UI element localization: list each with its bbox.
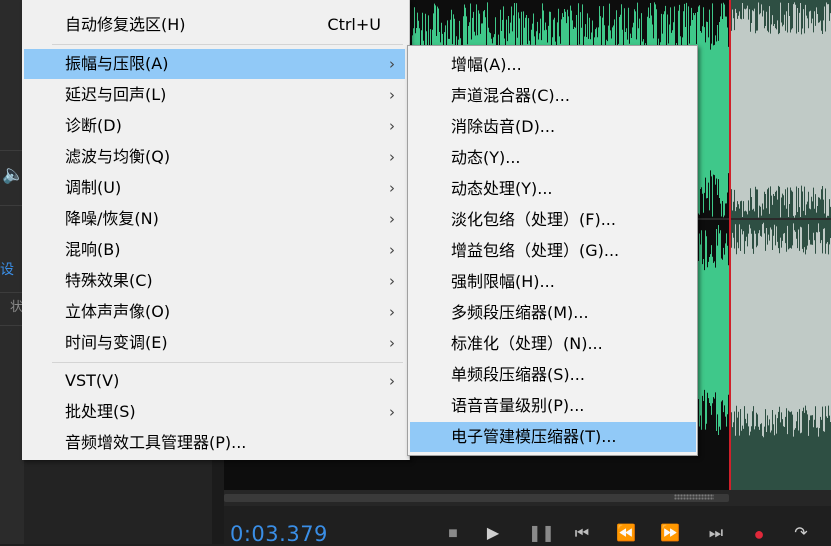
menu-item-label: VST(V): [65, 371, 120, 390]
submenu-item-fade-envelope[interactable]: 淡化包络（处理）(F)...: [410, 205, 696, 235]
chevron-right-icon: ›: [389, 55, 395, 73]
menu-item-filter-eq[interactable]: 滤波与均衡(Q) ›: [24, 142, 405, 172]
submenu-item-deesser[interactable]: 消除齿音(D)...: [410, 112, 696, 142]
stop-icon[interactable]: ■: [442, 523, 464, 545]
chevron-right-icon: ›: [389, 179, 395, 197]
submenu-item-dynamics[interactable]: 动态(Y)...: [410, 143, 696, 173]
effects-menu: 自动修复选区(H) Ctrl+U 振幅与压限(A) › 延迟与回声(L) › 诊…: [22, 0, 410, 460]
chevron-right-icon: ›: [389, 86, 395, 104]
skip-back-icon[interactable]: ⏮: [571, 523, 593, 545]
menu-item-time-pitch[interactable]: 时间与变调(E) ›: [24, 328, 405, 358]
menu-item-label: 电子管建模压缩器(T)...: [451, 427, 617, 446]
menu-item-label: 立体声声像(O): [65, 302, 171, 321]
submenu-item-tube-compressor[interactable]: 电子管建模压缩器(T)...: [410, 422, 696, 452]
rewind-icon[interactable]: ⏪: [615, 523, 637, 545]
submenu-item-multiband-compressor[interactable]: 多频段压缩器(M)...: [410, 298, 696, 328]
menu-item-label: 调制(U): [65, 178, 122, 197]
menu-item-reverb[interactable]: 混响(B) ›: [24, 235, 405, 265]
menu-item-label: 单频段压缩器(S)...: [451, 365, 585, 384]
chevron-right-icon: ›: [389, 241, 395, 259]
submenu-item-speech-volume-leveler[interactable]: 语音音量级别(P)...: [410, 391, 696, 421]
menu-item-diagnostics[interactable]: 诊断(D) ›: [24, 111, 405, 141]
menu-separator: [52, 362, 403, 363]
menu-item-label: 动态处理(Y)...: [451, 179, 553, 198]
selection-region: [731, 0, 831, 490]
menu-item-label: 特殊效果(C): [65, 271, 153, 290]
menu-item-label: 降噪/恢复(N): [65, 209, 159, 228]
menu-item-plugin-manager[interactable]: 音频增效工具管理器(P)...: [24, 428, 405, 458]
fast-forward-icon[interactable]: ⏩: [659, 523, 681, 545]
menu-item-special-effects[interactable]: 特殊效果(C) ›: [24, 266, 405, 296]
menu-item-cutoff[interactable]: [24, 0, 405, 2]
menu-item-label: 滤波与均衡(Q): [65, 147, 171, 166]
waveform-scrollbar[interactable]: [224, 490, 831, 506]
speaker-icon[interactable]: 🔈: [2, 163, 24, 185]
menu-item-label: 标准化（处理）(N)...: [451, 334, 603, 353]
menu-item-label: 增益包络（处理）(G)...: [451, 241, 620, 260]
menu-item-label: 强制限幅(H)...: [451, 272, 555, 291]
menu-item-amplitude-compression[interactable]: 振幅与压限(A) ›: [24, 49, 405, 79]
menu-item-batch[interactable]: 批处理(S) ›: [24, 397, 405, 427]
submenu-item-amplify[interactable]: 增幅(A)...: [410, 50, 696, 80]
menu-item-label: 动态(Y)...: [451, 148, 521, 167]
play-icon[interactable]: ▶: [482, 523, 504, 545]
menu-item-stereo-imagery[interactable]: 立体声声像(O) ›: [24, 297, 405, 327]
panel-divider: [0, 292, 24, 293]
panel-divider: [0, 205, 24, 206]
menu-item-label: 诊断(D): [65, 116, 122, 135]
loop-export-icon[interactable]: ↷: [790, 523, 812, 545]
timecode-display: 0:03.379: [230, 522, 328, 546]
transport-bar: 0:03.379 ■ ▶ ❚❚ ⏮ ⏪ ⏩ ⏭ ● ↷: [224, 506, 831, 546]
menu-item-label: 时间与变调(E): [65, 333, 168, 352]
menu-item-label: 增幅(A)...: [451, 55, 522, 74]
record-icon[interactable]: ●: [748, 523, 770, 545]
chevron-right-icon: ›: [389, 303, 395, 321]
menu-item-label: 音频增效工具管理器(P)...: [65, 433, 247, 452]
pause-icon[interactable]: ❚❚: [528, 523, 555, 545]
submenu-item-single-band-compressor[interactable]: 单频段压缩器(S)...: [410, 360, 696, 390]
amplitude-submenu: 增幅(A)... 声道混合器(C)... 消除齿音(D)... 动态(Y)...…: [407, 45, 698, 456]
chevron-right-icon: ›: [389, 334, 395, 352]
menu-item-modulation[interactable]: 调制(U) ›: [24, 173, 405, 203]
menu-item-label: 语音音量级别(P)...: [451, 396, 585, 415]
menu-item-label: 声道混合器(C)...: [451, 86, 570, 105]
submenu-item-channel-mixer[interactable]: 声道混合器(C)...: [410, 81, 696, 111]
menu-item-label: 自动修复选区(H): [65, 15, 186, 34]
scrollbar-thumb[interactable]: [224, 494, 729, 502]
menu-item-label: 消除齿音(D)...: [451, 117, 556, 136]
menu-item-label: 批处理(S): [65, 402, 136, 421]
skip-forward-icon[interactable]: ⏭: [705, 523, 727, 545]
panel-divider: [0, 150, 24, 151]
chevron-right-icon: ›: [389, 148, 395, 166]
chevron-right-icon: ›: [389, 272, 395, 290]
submenu-item-hard-limiter[interactable]: 强制限幅(H)...: [410, 267, 696, 297]
settings-tab-label[interactable]: 设置: [0, 260, 24, 280]
submenu-item-normalize[interactable]: 标准化（处理）(N)...: [410, 329, 696, 359]
menu-item-noise-reduction[interactable]: 降噪/恢复(N) ›: [24, 204, 405, 234]
panel-divider: [0, 325, 24, 326]
chevron-right-icon: ›: [389, 403, 395, 421]
chevron-right-icon: ›: [389, 372, 395, 390]
menu-separator: [52, 44, 403, 45]
chevron-right-icon: ›: [389, 117, 395, 135]
scrollbar-grip[interactable]: [674, 494, 714, 500]
menu-item-label: 延迟与回声(L): [65, 85, 167, 104]
menu-item-label: 多频段压缩器(M)...: [451, 303, 589, 322]
submenu-item-gain-envelope[interactable]: 增益包络（处理）(G)...: [410, 236, 696, 266]
menu-item-label: 淡化包络（处理）(F)...: [451, 210, 616, 229]
menu-item-delay-echo[interactable]: 延迟与回声(L) ›: [24, 80, 405, 110]
submenu-item-dynamics-processing[interactable]: 动态处理(Y)...: [410, 174, 696, 204]
menu-shortcut: Ctrl+U: [327, 15, 381, 34]
menu-item-label: 混响(B): [65, 240, 121, 259]
chevron-right-icon: ›: [389, 210, 395, 228]
menu-item-label: 振幅与压限(A): [65, 54, 169, 73]
playhead-line: [729, 0, 731, 490]
menu-item-vst[interactable]: VST(V) ›: [24, 366, 405, 396]
menu-item-auto-heal[interactable]: 自动修复选区(H) Ctrl+U: [24, 10, 405, 40]
